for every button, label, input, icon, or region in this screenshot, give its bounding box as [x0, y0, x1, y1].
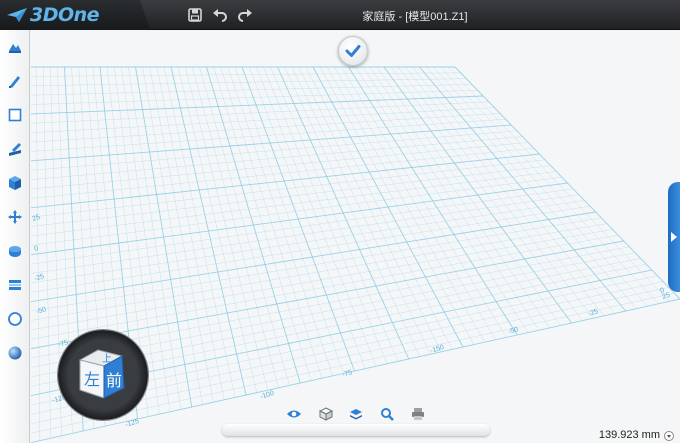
move-transform-icon [8, 210, 22, 224]
bottom-toolbar [222, 404, 490, 436]
unit-dropdown-button[interactable] [664, 431, 674, 441]
combine-button[interactable] [4, 240, 26, 262]
grid-tick-label: -75 [341, 369, 353, 379]
cube-top-label: 上 [102, 353, 112, 365]
layer-stack-button[interactable] [346, 404, 366, 424]
left-toolbar [0, 30, 30, 443]
circle-icon [8, 312, 22, 326]
rectangle-icon [8, 108, 22, 122]
grid-tick-label: -50 [507, 326, 519, 336]
distance-readout: 139.923 mm [598, 429, 660, 441]
combine-icon [9, 246, 21, 257]
zoom-button[interactable] [377, 404, 397, 424]
window-title: 家庭版 - [模型001.Z1] [362, 11, 468, 23]
eye-view-icon [287, 410, 301, 418]
checkmark-icon [345, 45, 361, 57]
sphere-material-icon [8, 346, 22, 360]
grid-tick-label: 0 [33, 245, 39, 253]
sphere-material-button[interactable] [4, 342, 26, 364]
layers-icon [9, 280, 21, 290]
grid-tick-label: -150 [429, 344, 445, 355]
right-panel-toggle[interactable] [668, 182, 680, 292]
grid-tick-label: 25 [31, 214, 41, 223]
grid-line [31, 72, 461, 77]
grid-tick-label: -25 [587, 308, 599, 318]
layers-button[interactable] [4, 274, 26, 296]
cube-view-icon [319, 407, 333, 421]
grid-tick-label: -50 [35, 306, 47, 316]
view-cube-graphic: 上 左 前 [78, 349, 125, 399]
modify-edit-button[interactable] [4, 138, 26, 160]
confirm-button[interactable] [338, 36, 368, 66]
view-button[interactable] [284, 404, 304, 424]
grid-line [31, 153, 540, 209]
grid-line [31, 142, 529, 190]
title-bar: 3DOne 家庭版 - [模型001.Z1] [0, 0, 680, 30]
cube-left-label: 左 [84, 370, 100, 389]
cube-front-label: 前 [106, 371, 122, 390]
grid-line [31, 136, 523, 180]
bottom-toolbar-shelf [222, 424, 490, 436]
app-window: 3DOne 家庭版 - [模型001.Z1] -75 -125 -50 -25 … [0, 0, 680, 443]
cube-view-button[interactable] [316, 404, 336, 424]
grid-line [31, 89, 478, 105]
grid-line [31, 147, 534, 199]
sketch-shape-icon [9, 44, 21, 53]
solid-cube-icon [9, 176, 21, 190]
grid-line [31, 95, 484, 115]
sketch-shape-button[interactable] [4, 36, 26, 58]
circle-button[interactable] [4, 308, 26, 330]
grid-line [31, 229, 613, 331]
pen-draw-icon [9, 76, 20, 88]
chevron-right-icon [671, 232, 677, 242]
grid-line [31, 188, 574, 265]
grid-line [31, 194, 579, 274]
move-transform-button[interactable] [4, 206, 26, 228]
layer-stack-icon [350, 409, 362, 420]
solid-cube-button[interactable] [4, 172, 26, 194]
print-button[interactable] [408, 404, 428, 424]
pen-draw-button[interactable] [4, 70, 26, 92]
modify-edit-icon [9, 143, 21, 156]
grid-line [31, 171, 557, 237]
grid-tick-label: -25 [33, 273, 45, 283]
print-icon [412, 408, 424, 420]
view-cube[interactable]: 上 左 前 [58, 330, 148, 420]
rectangle-button[interactable] [4, 104, 26, 126]
grid-tick-label: 25 [661, 292, 671, 301]
zoom-search-icon [381, 408, 394, 421]
grid-line [31, 182, 568, 256]
grid-line [31, 223, 607, 321]
